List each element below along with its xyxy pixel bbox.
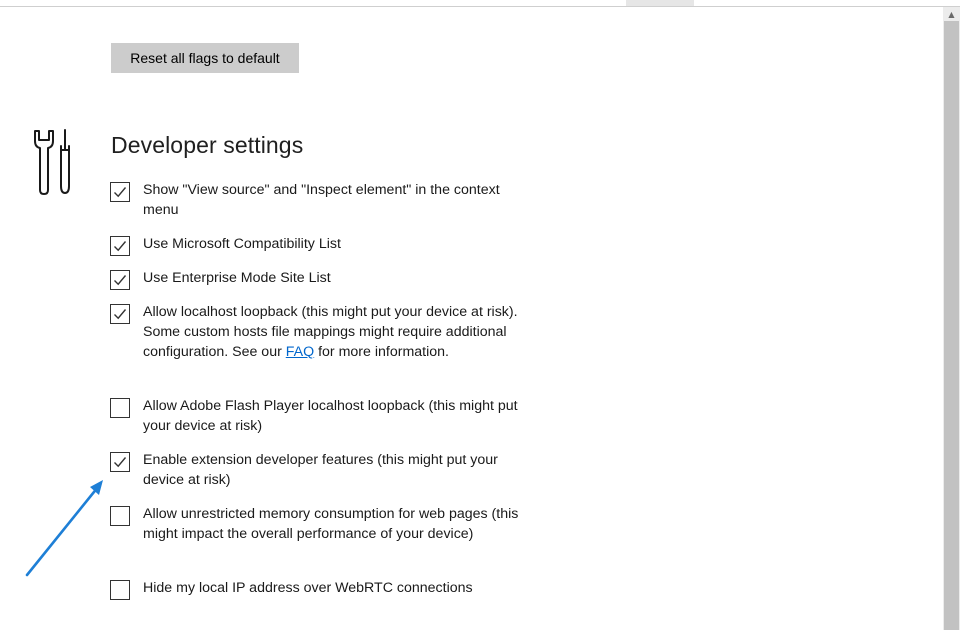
option-label: Use Enterprise Mode Site List: [143, 270, 331, 286]
check-icon: [114, 457, 127, 468]
check-icon: [114, 187, 127, 198]
faq-link[interactable]: FAQ: [286, 344, 314, 360]
checkbox[interactable]: [110, 304, 130, 324]
checkbox[interactable]: [110, 270, 130, 290]
option-label: Show "View source" and "Inspect element"…: [143, 182, 500, 218]
checkbox[interactable]: [110, 452, 130, 472]
scroll-up-icon[interactable]: ▲: [943, 7, 960, 21]
check-icon: [114, 241, 127, 252]
option-label: Enable extension developer features (thi…: [143, 452, 498, 488]
option-label: Allow unrestricted memory consumption fo…: [143, 506, 519, 542]
option-label-text-end: for more information.: [314, 344, 449, 360]
settings-page: Reset all flags to default Developer set…: [0, 0, 960, 630]
vertical-scrollbar[interactable]: ▲: [943, 7, 960, 630]
checkbox[interactable]: [110, 398, 130, 418]
checkbox[interactable]: [110, 182, 130, 202]
tab-highlight[interactable]: [626, 0, 694, 6]
checkbox[interactable]: [110, 580, 130, 600]
option-label: Allow Adobe Flash Player localhost loopb…: [143, 398, 518, 434]
scrollbar-thumb[interactable]: [944, 21, 959, 630]
reset-flags-button[interactable]: Reset all flags to default: [111, 43, 299, 73]
check-icon: [114, 275, 127, 286]
section-title: Developer settings: [111, 132, 304, 158]
option-label: Use Microsoft Compatibility List: [143, 236, 341, 252]
annotation-arrow-icon: [25, 480, 103, 577]
option-label: Allow localhost loopback (this might put…: [143, 302, 528, 362]
tools-icon: [34, 129, 70, 195]
checkbox[interactable]: [110, 506, 130, 526]
browser-top-strip: [0, 0, 960, 7]
option-label: Hide my local IP address over WebRTC con…: [143, 580, 473, 596]
checkbox[interactable]: [110, 236, 130, 256]
check-icon: [114, 309, 127, 320]
